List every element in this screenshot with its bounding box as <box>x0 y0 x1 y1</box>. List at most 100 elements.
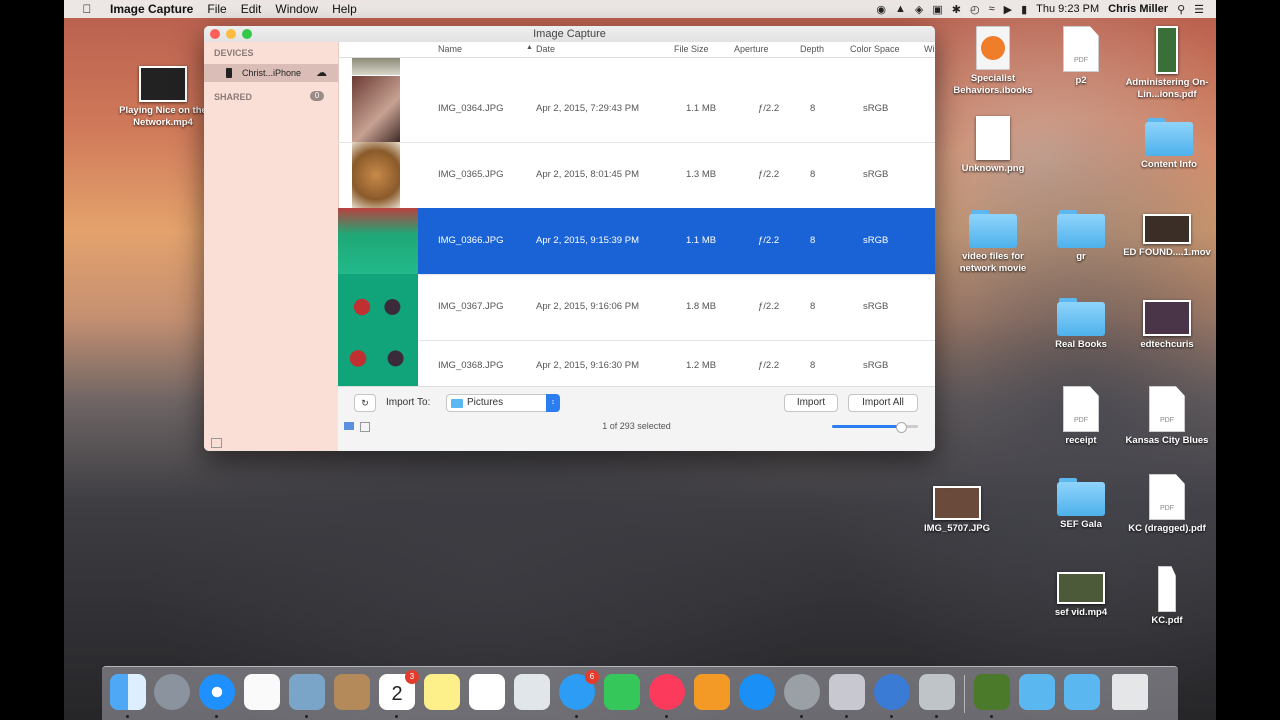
desktop-icon-receipt[interactable]: PDF receipt <box>1036 386 1126 447</box>
table-row[interactable]: IMG_0367.JPG Apr 2, 2015, 9:16:06 PM 1.8… <box>338 274 935 341</box>
desktop-icon-p2[interactable]: PDF p2 <box>1036 26 1126 87</box>
desktop-icon-ibooks[interactable]: Specialist Behaviors.ibooks <box>948 26 1038 97</box>
thumbnail-size-slider[interactable] <box>832 422 918 433</box>
sidebar-device-iphone[interactable]: Christ...iPhone ☁ <box>204 64 338 82</box>
shield-icon[interactable]: ◈ <box>915 3 923 16</box>
safari-icon[interactable] <box>199 674 235 710</box>
minecraft-icon[interactable] <box>974 674 1010 710</box>
calendar-icon[interactable]: 2 3 <box>379 670 419 710</box>
desktop-icon-kansas-city-blues[interactable]: PDF Kansas City Blues <box>1122 386 1212 447</box>
table-row[interactable]: IMG_0364.JPG Apr 2, 2015, 7:29:43 PM 1.1… <box>338 76 935 143</box>
desktop-icon-kc-dragged[interactable]: PDF KC (dragged).pdf <box>1122 474 1212 535</box>
sidebar-toggle-icon[interactable] <box>211 438 222 448</box>
maps-icon[interactable] <box>514 674 550 710</box>
folder-icon <box>451 399 463 408</box>
downloads-folder-icon[interactable] <box>1064 674 1100 710</box>
menu-edit[interactable]: Edit <box>241 2 262 16</box>
menu-window[interactable]: Window <box>275 2 318 16</box>
desktop-icon-content-info[interactable]: Content Info <box>1124 118 1214 171</box>
itunes-icon[interactable] <box>649 674 685 710</box>
window-titlebar[interactable]: Image Capture <box>204 26 935 42</box>
record-icon[interactable]: ◉ <box>876 3 886 16</box>
desktop-icon-label: Administering On-Lin...ions.pdf <box>1125 77 1209 100</box>
trash-icon[interactable] <box>1112 674 1148 710</box>
airplay-icon[interactable]: ▣ <box>932 3 942 16</box>
spotlight-search-icon[interactable]: ⚲ <box>1177 3 1185 16</box>
column-file-size[interactable]: File Size <box>674 44 709 54</box>
image-capture-icon[interactable] <box>829 674 865 710</box>
apple-menu-icon[interactable]:  <box>80 2 94 16</box>
contacts-icon[interactable] <box>334 674 370 710</box>
wifi-icon[interactable]: ≈ <box>989 3 995 15</box>
app-menu[interactable]: Image Capture <box>110 2 193 16</box>
column-depth[interactable]: Depth <box>800 44 824 54</box>
upload-icon[interactable]: ▲ <box>895 3 906 15</box>
menu-user[interactable]: Chris Miller <box>1108 3 1168 15</box>
photo-booth-grid-icon[interactable] <box>244 674 280 710</box>
quicktime-icon[interactable] <box>874 674 910 710</box>
finder-icon[interactable] <box>110 674 146 710</box>
cell-color-space: sRGB <box>863 301 889 312</box>
notification-center-icon[interactable]: ☰ <box>1194 3 1204 16</box>
file-list-pane: Name ▲ Date File Size Aperture Depth Col… <box>338 42 935 451</box>
desktop-icon-administering[interactable]: Administering On-Lin...ions.pdf <box>1122 26 1212 101</box>
volume-icon[interactable]: ▶ <box>1004 3 1012 16</box>
import-destination-select[interactable]: Pictures ↕ <box>446 394 560 412</box>
eject-icon[interactable]: ☁ <box>316 64 327 82</box>
menu-file[interactable]: File <box>207 2 226 16</box>
desktop-icon-real-books[interactable]: Real Books <box>1036 298 1126 351</box>
battery-icon[interactable]: ▮ <box>1021 3 1027 16</box>
desktop:  Image Capture File Edit Window Help ◉ … <box>64 0 1216 720</box>
column-aperture[interactable]: Aperture <box>734 44 769 54</box>
desktop-icon-video-files[interactable]: video files for network movie <box>948 210 1038 275</box>
column-width[interactable]: Wi <box>924 44 935 54</box>
import-all-button[interactable]: Import All <box>848 394 918 412</box>
import-button[interactable]: Import <box>784 394 838 412</box>
column-name[interactable]: Name <box>438 44 462 54</box>
table-row-selected[interactable]: IMG_0366.JPG Apr 2, 2015, 9:15:39 PM 1.1… <box>338 208 935 275</box>
cell-date: Apr 2, 2015, 7:29:43 PM <box>536 103 639 114</box>
calendar-day: 2 <box>391 683 403 705</box>
desktop-icon-sef-vid[interactable]: sef vid.mp4 <box>1036 572 1126 619</box>
desktop-icon-playing-nice[interactable]: Playing Nice on the Network.mp4 <box>118 66 208 129</box>
reminders-icon[interactable] <box>469 674 505 710</box>
cell-name: IMG_0365.JPG <box>438 169 504 180</box>
desktop-icon-gr[interactable]: gr <box>1036 210 1126 263</box>
facetime-icon[interactable] <box>604 674 640 710</box>
bluetooth-icon[interactable]: ✱ <box>952 3 961 16</box>
desktop-icon-kc-pdf[interactable]: KC.pdf <box>1122 566 1212 627</box>
desktop-icon-sef-gala[interactable]: SEF Gala <box>1036 478 1126 531</box>
notes-icon[interactable] <box>424 674 460 710</box>
table-row[interactable]: IMG_0365.JPG Apr 2, 2015, 8:01:45 PM 1.3… <box>338 142 935 209</box>
pdf-icon: PDF <box>1149 474 1185 520</box>
cell-name: IMG_0364.JPG <box>438 103 504 114</box>
system-preferences-icon[interactable] <box>784 674 820 710</box>
app-store-icon[interactable] <box>739 674 775 710</box>
rotate-icon[interactable]: ↻ <box>354 394 376 412</box>
desktop-icon-img-5707[interactable]: IMG_5707.JPG <box>912 486 1002 535</box>
screenshot-icon[interactable] <box>919 674 955 710</box>
messages-badge: 6 <box>585 670 599 684</box>
sort-ascending-icon[interactable]: ▲ <box>526 44 533 51</box>
applications-folder-icon[interactable] <box>1019 674 1055 710</box>
messages-icon[interactable]: 6 <box>559 670 599 710</box>
partial-row-thumbnail <box>352 58 400 75</box>
minimize-window-icon[interactable] <box>226 29 236 39</box>
menu-help[interactable]: Help <box>332 2 357 16</box>
desktop-icon-label: Specialist Behaviors.ibooks <box>953 73 1033 96</box>
menu-clock[interactable]: Thu 9:23 PM <box>1036 3 1099 15</box>
desktop-icon-ed-found[interactable]: ED FOUND....1.mov <box>1122 214 1212 259</box>
launchpad-icon[interactable] <box>154 674 190 710</box>
pdf-icon: PDF <box>1063 386 1099 432</box>
desktop-icon-unknown-png[interactable]: Unknown.png <box>948 116 1038 175</box>
column-color-space[interactable]: Color Space <box>850 44 900 54</box>
preview-icon[interactable] <box>289 674 325 710</box>
close-window-icon[interactable] <box>210 29 220 39</box>
ibooks-dock-icon[interactable] <box>694 674 730 710</box>
timemachine-icon[interactable]: ◴ <box>970 3 980 16</box>
column-date[interactable]: Date <box>536 44 555 54</box>
cell-name: IMG_0367.JPG <box>438 301 504 312</box>
desktop-icon-edtechcuris[interactable]: edtechcuris <box>1122 300 1212 351</box>
slider-knob[interactable] <box>896 422 907 433</box>
zoom-window-icon[interactable] <box>242 29 252 39</box>
